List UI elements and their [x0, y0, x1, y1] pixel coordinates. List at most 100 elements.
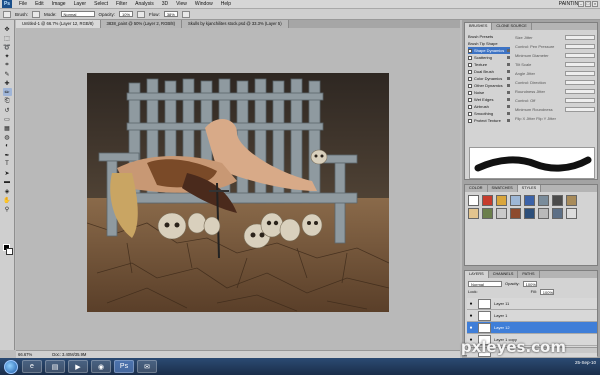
- wand-icon[interactable]: ✦: [3, 52, 12, 60]
- eraser-icon[interactable]: ▭: [3, 115, 12, 123]
- brush-control-slider[interactable]: [565, 89, 595, 94]
- visibility-eye-icon[interactable]: ●: [467, 313, 475, 319]
- path-select-icon[interactable]: ➤: [3, 169, 12, 177]
- pressure-opacity-icon[interactable]: [137, 10, 146, 18]
- eyedropper-icon[interactable]: ✎: [3, 70, 12, 78]
- checkbox[interactable]: [468, 76, 472, 81]
- messenger-icon[interactable]: ✉: [137, 360, 157, 373]
- brush-control-slider[interactable]: [565, 53, 595, 58]
- checkbox[interactable]: [468, 83, 472, 88]
- tab-clone-source[interactable]: CLONE SOURCE: [492, 23, 532, 30]
- style-swatch[interactable]: [566, 195, 577, 206]
- brush-control-slider[interactable]: [565, 80, 595, 85]
- lock-icon[interactable]: [507, 63, 510, 66]
- brush-setting-item[interactable]: Brush Presets: [468, 33, 510, 40]
- lock-icon[interactable]: [507, 91, 510, 94]
- style-swatch[interactable]: [538, 208, 549, 219]
- tab-document-3[interactable]: Skulls by kjanchilites stock.psd @ 33.3%…: [182, 20, 289, 28]
- tab-paths[interactable]: PATHS: [518, 271, 540, 278]
- checkbox[interactable]: [468, 90, 472, 95]
- minimize-icon[interactable]: –: [578, 1, 584, 7]
- checkbox[interactable]: [468, 97, 472, 102]
- lock-icon[interactable]: [507, 98, 510, 101]
- brush-setting-item[interactable]: Airbrush: [468, 103, 510, 110]
- brush-control-slider[interactable]: [565, 71, 595, 76]
- gradient-icon[interactable]: ▦: [3, 124, 12, 132]
- folder-icon[interactable]: ▤: [45, 360, 65, 373]
- menu-file[interactable]: File: [15, 1, 31, 7]
- brush-control-slider[interactable]: [565, 62, 595, 67]
- zoom-icon[interactable]: ⚲: [3, 205, 12, 213]
- layer-row[interactable]: ● Layer 1: [467, 310, 597, 322]
- style-swatch[interactable]: [482, 195, 493, 206]
- brush-setting-item[interactable]: Smoothing: [468, 110, 510, 117]
- brush-control-slider[interactable]: [565, 44, 595, 49]
- brush-setting-item[interactable]: Protect Texture: [468, 117, 510, 124]
- lock-icon[interactable]: [507, 105, 510, 108]
- checkbox[interactable]: [468, 48, 472, 53]
- heal-icon[interactable]: ✚: [3, 79, 12, 87]
- menu-help[interactable]: Help: [217, 1, 235, 7]
- checkbox[interactable]: [468, 104, 472, 109]
- visibility-eye-icon[interactable]: ●: [467, 301, 475, 307]
- tab-document-2[interactable]: 3838_paint @ 50% (Layer 2, RGB/8): [100, 20, 183, 28]
- menu-analysis[interactable]: Analysis: [131, 1, 158, 7]
- menu-edit[interactable]: Edit: [31, 1, 48, 7]
- media-icon[interactable]: ▶: [68, 360, 88, 373]
- brush-setting-item[interactable]: Wet Edges: [468, 96, 510, 103]
- pen-icon[interactable]: ✒: [3, 151, 12, 159]
- menu-image[interactable]: Image: [48, 1, 70, 7]
- style-swatch[interactable]: [552, 195, 563, 206]
- mode-select[interactable]: Normal: [60, 11, 95, 17]
- lock-icon[interactable]: [507, 84, 510, 87]
- brush-setting-item[interactable]: Dual Brush: [468, 68, 510, 75]
- style-swatch[interactable]: [524, 195, 535, 206]
- style-swatch[interactable]: [496, 195, 507, 206]
- style-swatch[interactable]: [510, 195, 521, 206]
- brush-control-slider[interactable]: [565, 107, 595, 112]
- brush-control-slider[interactable]: [565, 35, 595, 40]
- style-swatch[interactable]: [552, 208, 563, 219]
- brush-setting-item[interactable]: Texture: [468, 61, 510, 68]
- lock-icon[interactable]: [507, 112, 510, 115]
- brush-setting-item[interactable]: Shape Dynamics: [468, 47, 510, 54]
- style-swatch[interactable]: [524, 208, 535, 219]
- checkbox[interactable]: [468, 55, 472, 60]
- shape-icon[interactable]: ▬: [3, 178, 12, 186]
- lock-icon[interactable]: [507, 56, 510, 59]
- layer-opacity-field[interactable]: 100%: [522, 281, 537, 287]
- brush-setting-item[interactable]: Other Dynamics: [468, 82, 510, 89]
- zoom-level[interactable]: 66.67%: [18, 352, 32, 357]
- brush-setting-item[interactable]: Brush Tip Shape: [468, 40, 510, 47]
- brush-control-slider[interactable]: [565, 98, 595, 103]
- brush-setting-item[interactable]: Scattering: [468, 54, 510, 61]
- style-swatch[interactable]: [566, 208, 577, 219]
- close-icon[interactable]: ×: [592, 1, 598, 7]
- hand-icon[interactable]: ✋: [3, 196, 12, 204]
- layer-row[interactable]: ● Layer 11: [467, 298, 597, 310]
- style-swatch[interactable]: [482, 208, 493, 219]
- tab-color[interactable]: COLOR: [465, 185, 488, 192]
- 3d-icon[interactable]: ◈: [3, 187, 12, 195]
- tab-brushes[interactable]: BRUSHES: [465, 23, 493, 30]
- brush-size-picker[interactable]: [32, 10, 41, 18]
- tab-channels[interactable]: CHANNELS: [489, 271, 519, 278]
- blur-icon[interactable]: ◍: [3, 133, 12, 141]
- checkbox[interactable]: [468, 62, 472, 67]
- style-swatch[interactable]: [510, 208, 521, 219]
- system-clock[interactable]: 25-Sep-10: [575, 360, 596, 366]
- tab-layers[interactable]: LAYERS: [465, 271, 489, 278]
- style-swatch[interactable]: [496, 208, 507, 219]
- flow-field[interactable]: 38%: [163, 11, 178, 17]
- style-swatch[interactable]: [468, 195, 479, 206]
- marquee-icon[interactable]: ⬚: [3, 34, 12, 42]
- menu-select[interactable]: Select: [90, 1, 112, 7]
- layer-row[interactable]: ● Layer 12: [467, 322, 597, 334]
- style-swatch[interactable]: [468, 208, 479, 219]
- visibility-eye-icon[interactable]: ●: [467, 325, 475, 331]
- opacity-field[interactable]: 10%: [119, 11, 134, 17]
- move-icon[interactable]: ✥: [3, 25, 12, 33]
- start-button-icon[interactable]: [4, 359, 18, 374]
- checkbox[interactable]: [468, 118, 472, 123]
- lock-icon[interactable]: [507, 77, 510, 80]
